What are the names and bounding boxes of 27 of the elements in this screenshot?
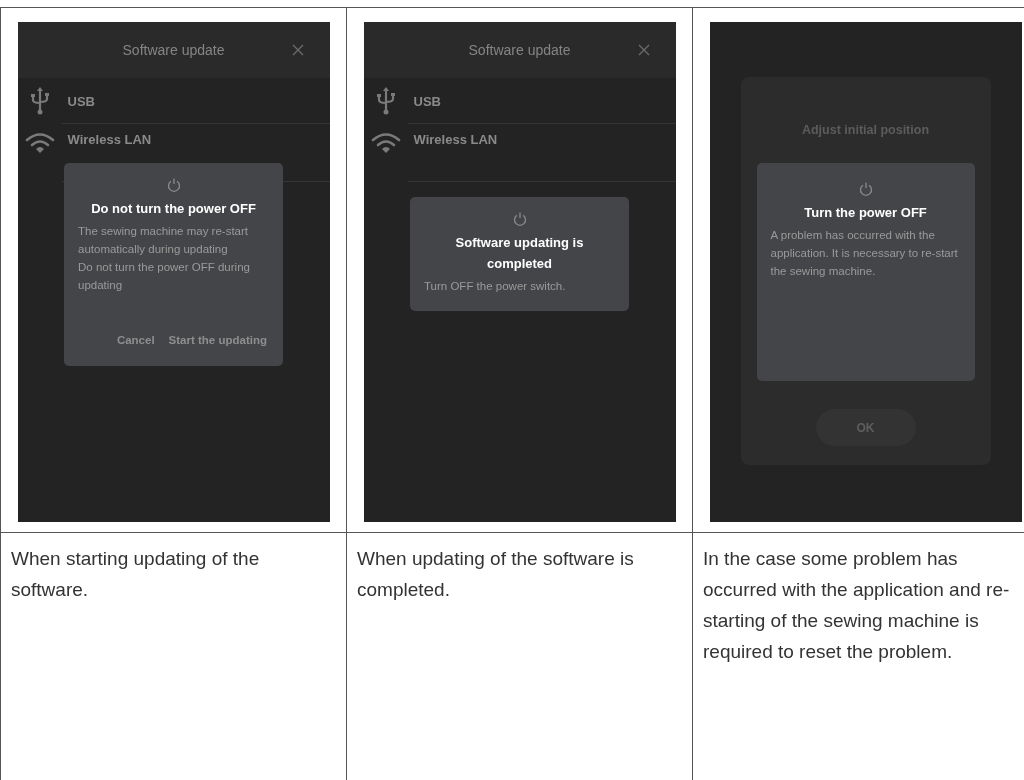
menu-item[interactable]: USB <box>17 78 330 124</box>
usb-icon <box>29 87 50 115</box>
menu-item[interactable]: USB <box>363 78 676 124</box>
close-icon[interactable] <box>637 44 650 56</box>
dialog-button[interactable]: Start the updating <box>166 330 269 350</box>
wifi-icon <box>370 132 401 154</box>
caption-text: In the case some problem has occurred with the application and re-starting of the sewing machine is required to reset the problem. <box>702 547 1011 664</box>
dialog-message: A problem has occurred with the application. It is necessary to re-start the sewing machine. <box>770 228 959 279</box>
dialog-message: Turn OFF the power switch. <box>424 279 567 294</box>
dialog-button[interactable]: Cancel <box>114 330 157 350</box>
power-icon <box>166 177 181 192</box>
dialog-title: Do not turn the power OFF <box>91 200 256 218</box>
menu-item[interactable]: Wireless LAN <box>17 124 330 182</box>
wifi-icon <box>24 132 55 154</box>
close-icon[interactable] <box>291 44 304 56</box>
power-icon <box>858 181 873 196</box>
screen-title: Software update <box>122 42 225 58</box>
caption-text: When updating of the software is completed. <box>356 547 635 602</box>
power-icon <box>512 211 527 226</box>
dialog-message: The sewing machine may re-start automatically during updating <box>78 224 249 257</box>
menu-item[interactable]: Wireless LAN <box>363 124 676 182</box>
caption-text: When starting updating of the software. <box>10 547 261 602</box>
usb-icon <box>375 87 396 115</box>
dialog-title: Software updating is completed <box>454 234 585 273</box>
dialog-title: Turn the power OFF <box>804 204 927 222</box>
screen-title: Software update <box>468 42 571 58</box>
dialog-message: Do not turn the power OFF during updating <box>78 260 251 293</box>
